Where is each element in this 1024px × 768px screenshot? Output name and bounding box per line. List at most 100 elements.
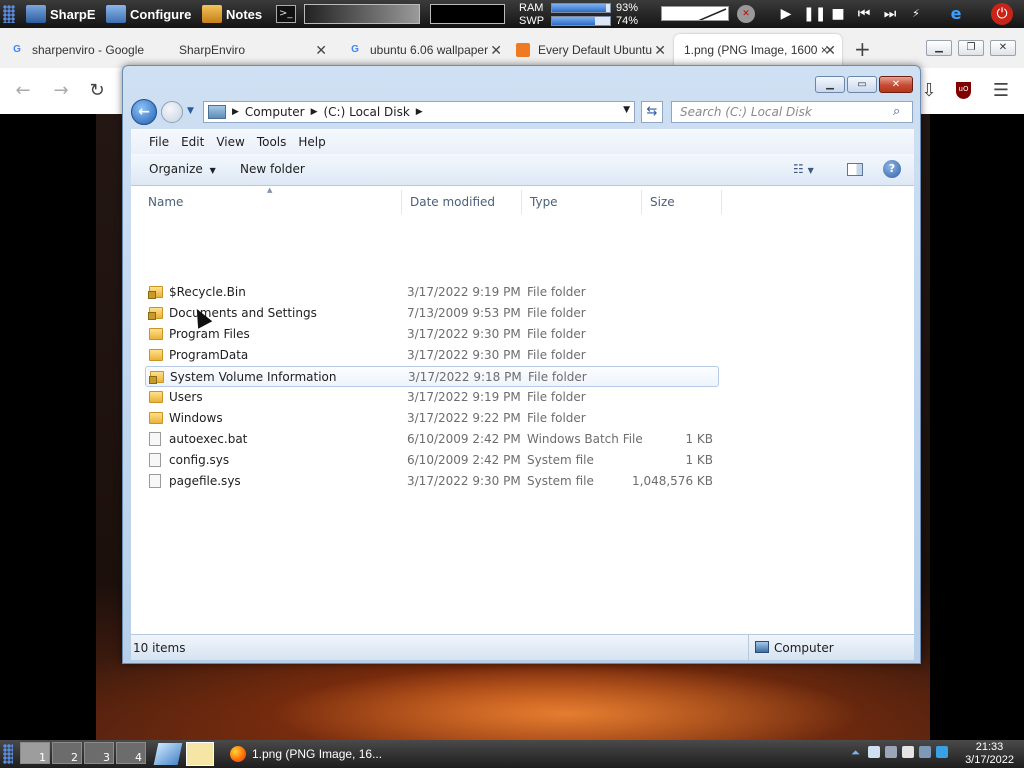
breadcrumb-arrow-icon[interactable]: ▶ [311,107,318,117]
file-name: autoexec.bat [169,432,248,446]
tray-expand-icon[interactable]: ⏶ [851,746,863,759]
tray-update-icon[interactable] [936,746,948,758]
desktop-2[interactable]: 2 [52,742,82,764]
menu-view[interactable]: View [216,135,244,149]
breadcrumb-arrow-icon[interactable]: ▶ [232,107,239,117]
back-button[interactable]: ← [131,99,157,125]
close-button[interactable]: ✕ [879,76,913,93]
column-header-name[interactable]: Name [140,190,402,214]
tray-volume-icon[interactable] [919,746,931,758]
preview-pane-icon[interactable] [847,163,863,176]
menu-tools[interactable]: Tools [257,135,287,149]
organize-button[interactable]: Organize ▼ [149,162,216,176]
column-header-date[interactable]: Date modified [402,190,522,214]
file-row[interactable]: Users 3/17/2022 9:19 PM File folder [145,387,719,408]
browser-close-button[interactable]: ✕ [990,40,1016,56]
file-row[interactable]: Windows 3/17/2022 9:22 PM File folder [145,408,719,429]
tab-1-png[interactable]: 1.png (PNG Image, 1600 × ✕ [674,34,842,66]
notes-label: Notes [226,6,263,22]
help-icon[interactable]: ? [883,160,901,178]
views-icon[interactable]: ☷ ▼ [793,162,814,176]
reload-icon[interactable]: ↻ [86,80,108,101]
back-icon[interactable]: ← [12,80,34,101]
file-row[interactable]: Documents and Settings 7/13/2009 9:53 PM F… [145,303,719,324]
tab-title: Every Default Ubuntu [538,43,653,57]
audio-muted-icon[interactable]: ✕ [737,5,755,23]
start-menu-icon[interactable] [3,5,15,23]
notes-button[interactable]: Notes [202,0,262,28]
menu-edit[interactable]: Edit [181,135,204,149]
download-icon[interactable]: ⇩ [918,80,940,101]
quicklaunch-icon[interactable] [153,743,183,765]
desktop-4[interactable]: 4 [116,742,146,764]
internet-explorer-icon[interactable]: e [947,5,965,23]
file-date-modified: 3/17/2022 9:19 PM [407,285,521,299]
file-row[interactable]: pagefile.sys 3/17/2022 9:30 PM System file… [145,471,719,492]
tab-sharpenviro[interactable]: SharpEnviro ✕ [169,34,333,66]
menu-help[interactable]: Help [298,135,325,149]
tab-ubuntu-wallpaper[interactable]: G ubuntu 6.06 wallpaper ✕ [338,34,508,66]
close-tab-icon[interactable]: ✕ [315,42,327,59]
clock[interactable]: 21:33 3/17/2022 [965,741,1014,767]
sharpe-button[interactable]: SharpE [26,0,96,28]
maximize-button[interactable]: ▭ [847,76,877,93]
recent-pages-icon[interactable]: ▼ [187,106,194,116]
tray-device-icon[interactable] [868,746,880,758]
column-header-type[interactable]: Type [522,190,642,214]
close-tab-icon[interactable]: ✕ [654,42,666,59]
play-icon[interactable]: ▶ [777,5,795,23]
breadcrumb-arrow-icon[interactable]: ▶ [416,107,423,117]
search-input[interactable]: Search (C:) Local Disk [671,101,913,123]
locked-folder-icon [148,286,163,299]
close-tab-icon[interactable]: ✕ [490,42,502,59]
terminal-icon[interactable]: >_ [276,5,296,23]
address-dropdown-icon[interactable]: ▼ [623,105,630,115]
close-tab-icon[interactable]: ✕ [824,42,836,59]
power-icon[interactable]: ⏻ [991,3,1013,25]
next-track-icon[interactable]: ⏭ [881,5,899,23]
minimize-button[interactable]: ▁ [815,76,845,93]
previous-track-icon[interactable]: ⏮ [855,5,873,23]
volume-slider[interactable] [661,6,729,21]
refresh-icon[interactable]: ⇆ [641,101,663,123]
browser-restore-button[interactable]: ❐ [958,40,984,56]
tray-network-icon[interactable] [885,746,897,758]
menu-icon[interactable]: ☰ [990,80,1012,101]
command-input[interactable] [304,4,420,24]
file-size: 1,048,576 KB [632,474,713,488]
stop-icon[interactable]: ■ [829,5,847,23]
desktop-3[interactable]: 3 [84,742,114,764]
explorer-quicklaunch-icon[interactable] [186,742,214,766]
new-tab-button[interactable]: + [854,37,871,61]
pause-icon[interactable]: ❚❚ [803,5,826,23]
breadcrumb-computer[interactable]: Computer [245,105,305,119]
file-row[interactable]: ProgramData 3/17/2022 9:30 PM File folder [145,345,719,366]
forward-button[interactable] [161,101,183,123]
file-name: Program Files [169,327,250,341]
column-header-size[interactable]: Size [642,190,722,214]
tray-display-icon[interactable] [902,746,914,758]
menu-file[interactable]: File [149,135,169,149]
file-row[interactable]: $Recycle.Bin 3/17/2022 9:19 PM File folder [145,282,719,303]
browser-minimize-button[interactable]: ▁ [926,40,952,56]
search-icon[interactable]: ⌕ [893,104,900,119]
configure-button[interactable]: Configure [106,0,191,28]
google-icon: G [13,44,21,55]
network-icon[interactable]: ⚡ [907,5,925,23]
file-row[interactable]: autoexec.bat 6/10/2009 2:42 PM Windows Bat… [145,429,719,450]
new-folder-button[interactable]: New folder [240,162,305,176]
file-row[interactable]: config.sys 6/10/2009 2:42 PM System file 1 … [145,450,719,471]
file-row[interactable]: Program Files 3/17/2022 9:30 PM File folde… [145,324,719,345]
desktop-1[interactable]: 1 [20,742,50,764]
address-bar[interactable]: ▶ Computer ▶ (C:) Local Disk ▶ ▼ [203,101,635,123]
start-menu-icon[interactable] [3,744,13,764]
file-row[interactable]: System Volume Information 3/17/2022 9:18 … [145,366,719,387]
omg-icon [516,43,530,57]
tab-every-default-ubuntu[interactable]: Every Default Ubuntu ✕ [506,34,672,66]
forward-icon[interactable]: → [50,80,72,101]
breadcrumb-local-disk[interactable]: (C:) Local Disk [324,105,410,119]
ublock-origin-icon[interactable]: uO [956,82,971,99]
task-label[interactable]: 1.png (PNG Image, 16... [252,747,382,761]
file-name: ProgramData [169,348,249,362]
tab-sharpenviro-google[interactable]: G sharpenviro - Google [0,34,166,66]
